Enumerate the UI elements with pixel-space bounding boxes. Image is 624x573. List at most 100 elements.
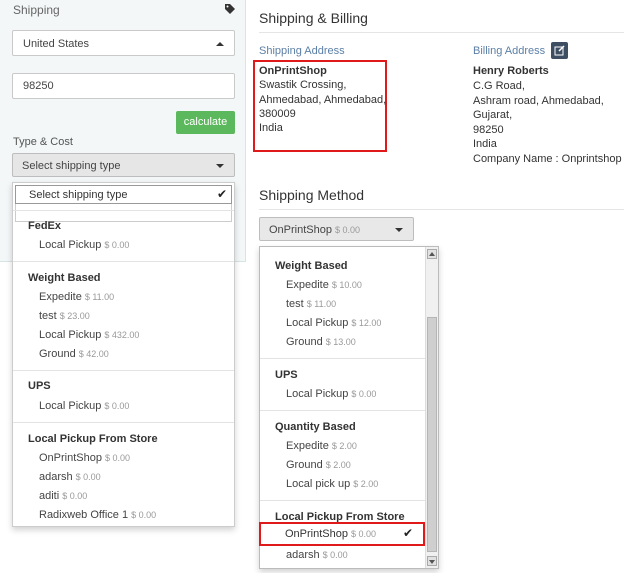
shipping-address-line: 380009	[259, 108, 296, 120]
billing-company-line: Company Name : Onprintshop	[473, 153, 622, 165]
caret-down-icon	[395, 228, 403, 232]
group-title-ups: UPS	[28, 380, 51, 392]
country-select[interactable]: United States	[12, 30, 235, 56]
shipping-method-dropdown: Weight Based Expedite $ 10.00 test $ 11.00…	[259, 246, 439, 569]
method-price: $ 0.00	[334, 225, 361, 235]
calculate-button[interactable]: calculate	[176, 111, 235, 134]
option-price: $ 12.00	[351, 318, 382, 328]
option-label: Local pick up	[286, 478, 351, 490]
shipping-type-value: Select shipping type	[22, 160, 121, 172]
option-ups-local-pickup[interactable]: Local Pickup $ 0.00	[286, 388, 376, 400]
scrollbar-thumb[interactable]	[427, 317, 437, 552]
option-label: Local Pickup	[39, 239, 102, 251]
zip-input[interactable]: 98250	[12, 73, 235, 99]
option-weight-local-pickup[interactable]: Local Pickup $ 12.00	[286, 317, 381, 329]
billing-address-line: Gujarat,	[473, 109, 513, 121]
shipping-address-label: Shipping Address	[259, 45, 345, 57]
option-price: $ 432.00	[104, 330, 140, 340]
type-cost-label: Type & Cost	[13, 136, 73, 148]
option-price: $ 0.00	[62, 491, 88, 501]
shipping-address-name: OnPrintShop	[259, 65, 327, 77]
method-name: OnPrintShop	[269, 224, 332, 236]
option-store-adarsh[interactable]: adarsh $ 0.00	[286, 549, 348, 561]
option-price: $ 11.00	[306, 299, 337, 309]
group-title-ups: UPS	[275, 369, 298, 381]
billing-address-line: India	[473, 138, 497, 150]
option-price: $ 0.00	[322, 550, 348, 560]
option-price: $ 0.00	[350, 529, 377, 539]
tag-icon	[225, 4, 235, 14]
dropdown-option-placeholder[interactable]: Select shipping type ✔	[15, 185, 232, 204]
dropdown-scrollbar[interactable]	[425, 247, 438, 568]
option-store-onprintshop-selected[interactable]: OnPrintShop $ 0.00 ✔	[259, 522, 425, 546]
option-price: $ 2.00	[353, 479, 379, 489]
option-ups-local-pickup[interactable]: Local Pickup $ 0.00	[39, 400, 129, 412]
option-weight-expedite[interactable]: Expedite $ 10.00	[286, 279, 362, 291]
divider	[13, 261, 234, 262]
option-price: $ 10.00	[331, 280, 362, 290]
option-fedex-local-pickup[interactable]: Local Pickup $ 0.00	[39, 239, 129, 251]
caret-down-icon	[216, 164, 224, 168]
shipping-panel-title: Shipping	[13, 3, 60, 17]
group-title-quantity-based: Quantity Based	[275, 421, 356, 433]
option-price: $ 23.00	[59, 311, 90, 321]
scroll-up-arrow-icon[interactable]	[427, 249, 437, 259]
shipping-type-select[interactable]: Select shipping type	[12, 153, 235, 177]
option-label: Local Pickup	[39, 329, 102, 341]
edit-icon	[554, 45, 565, 56]
option-label: adarsh	[39, 471, 73, 483]
option-label: Expedite	[286, 279, 329, 291]
option-label: adarsh	[286, 549, 320, 561]
placeholder-option-label: Select shipping type	[29, 189, 128, 201]
divider	[259, 32, 624, 33]
option-price: $ 0.00	[104, 240, 130, 250]
option-label: Local Pickup	[286, 317, 349, 329]
option-quantity-local-pick-up[interactable]: Local pick up $ 2.00	[286, 478, 378, 490]
option-price: $ 13.00	[325, 337, 356, 347]
option-weight-ground[interactable]: Ground $ 13.00	[286, 336, 356, 348]
option-label: Ground	[39, 348, 76, 360]
divider	[260, 358, 425, 359]
option-store-radixweb[interactable]: Radixweb Office 1 $ 0.00	[39, 509, 156, 521]
option-price: $ 42.00	[78, 349, 109, 359]
shipping-type-dropdown: Select shipping type ✔ FedEx Local Picku…	[12, 182, 235, 527]
option-price: $ 0.00	[75, 472, 101, 482]
shipping-method-title: Shipping Method	[259, 187, 365, 203]
option-price: $ 11.00	[84, 292, 115, 302]
shipping-address-line: India	[259, 122, 283, 134]
shipping-address-line: Ahmedabad, Ahmedabad,	[259, 94, 387, 106]
page-title: Shipping & Billing	[259, 10, 368, 26]
option-label: test	[39, 310, 57, 322]
option-store-onprintshop[interactable]: OnPrintShop $ 0.00	[39, 452, 130, 464]
option-weight-expedite[interactable]: Expedite $ 11.00	[39, 291, 114, 303]
option-store-adarsh[interactable]: adarsh $ 0.00	[39, 471, 101, 483]
option-label: Expedite	[39, 291, 82, 303]
group-title-weight-based: Weight Based	[275, 260, 348, 272]
country-value: United States	[23, 38, 90, 50]
divider	[13, 210, 234, 211]
shipping-method-select[interactable]: OnPrintShop $ 0.00	[259, 217, 414, 241]
option-quantity-ground[interactable]: Ground $ 2.00	[286, 459, 351, 471]
divider	[13, 422, 234, 423]
option-weight-ground[interactable]: Ground $ 42.00	[39, 348, 109, 360]
option-label: test	[286, 298, 304, 310]
shipping-method-value: OnPrintShop $ 0.00	[269, 224, 360, 236]
option-label: OnPrintShop	[285, 528, 348, 540]
option-label: Radixweb Office 1	[39, 509, 129, 521]
edit-billing-button[interactable]	[551, 42, 568, 59]
shipping-address-line: Swastik Crossing,	[259, 79, 347, 91]
option-label: Expedite	[286, 440, 329, 452]
billing-address-line: C.G Road,	[473, 80, 525, 92]
option-weight-test[interactable]: test $ 23.00	[39, 310, 90, 322]
option-weight-test[interactable]: test $ 11.00	[286, 298, 336, 310]
option-weight-local-pickup[interactable]: Local Pickup $ 432.00	[39, 329, 139, 341]
billing-address-line: 98250	[473, 124, 504, 136]
option-label: Ground	[286, 336, 323, 348]
option-quantity-expedite[interactable]: Expedite $ 2.00	[286, 440, 357, 452]
billing-address-line: Ashram road, Ahmedabad,	[473, 95, 604, 107]
selected-option-label: OnPrintShop $ 0.00	[285, 528, 376, 540]
check-icon: ✔	[216, 187, 227, 201]
scroll-down-arrow-icon[interactable]	[427, 556, 437, 566]
option-store-aditi[interactable]: aditi $ 0.00	[39, 490, 87, 502]
option-label: Local Pickup	[286, 388, 349, 400]
